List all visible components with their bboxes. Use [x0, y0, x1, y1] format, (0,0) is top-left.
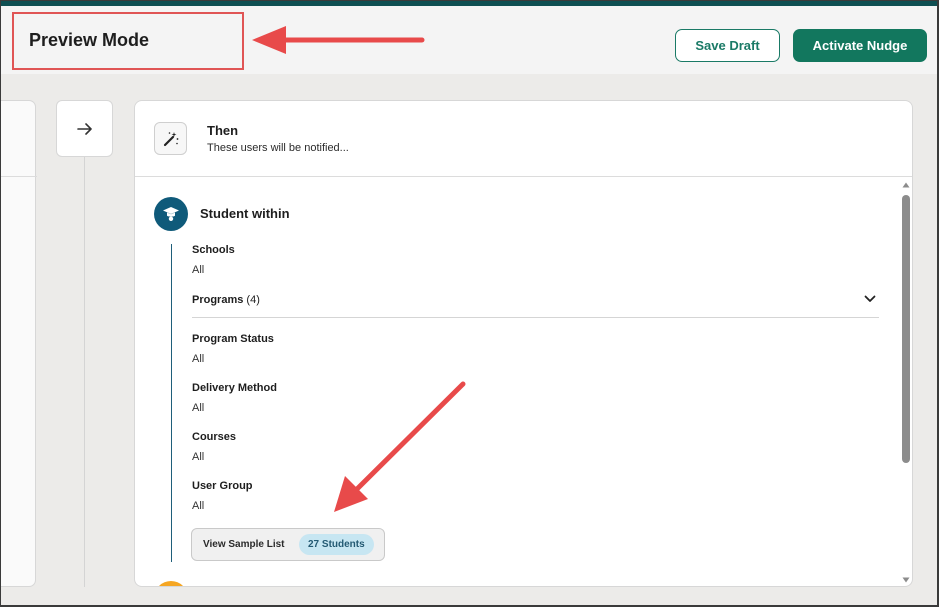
scrollbar-thumb[interactable] — [902, 195, 910, 463]
programs-divider — [192, 317, 879, 318]
delivery-method-value: All — [192, 402, 205, 414]
annotation-highlight-box — [12, 12, 244, 70]
then-subtitle: These users will be notified... — [207, 142, 349, 154]
student-avatar — [154, 197, 188, 231]
view-sample-list-button[interactable]: View Sample List 27 Students — [191, 528, 385, 561]
then-panel: Then These users will be notified... Stu… — [134, 100, 913, 587]
next-section-avatar — [154, 581, 188, 586]
student-within-title: Student within — [200, 206, 290, 221]
left-panel-card — [0, 100, 37, 587]
scroll-up-icon[interactable] — [902, 181, 910, 189]
programs-label: Programs — [192, 294, 244, 306]
left-panel-divider — [0, 176, 37, 177]
arrow-right-icon — [76, 122, 92, 135]
user-group-label: User Group — [192, 480, 253, 492]
graduate-icon — [163, 207, 179, 221]
delivery-method-label: Delivery Method — [192, 382, 277, 394]
program-status-value: All — [192, 353, 205, 365]
programs-toggle[interactable]: Programs (4) — [192, 294, 260, 306]
schools-label: Schools — [192, 244, 235, 256]
save-draft-button[interactable]: Save Draft — [675, 29, 780, 62]
scrollbar[interactable] — [900, 179, 912, 585]
then-panel-header: Then These users will be notified... — [135, 101, 912, 177]
courses-value: All — [192, 451, 205, 463]
user-group-value: All — [192, 500, 205, 512]
courses-label: Courses — [192, 431, 237, 443]
view-sample-list-label: View Sample List — [203, 539, 285, 550]
next-step-button[interactable] — [56, 100, 113, 157]
program-status-label: Program Status — [192, 333, 274, 345]
schools-value: All — [192, 264, 205, 276]
students-count-badge: 27 Students — [299, 534, 374, 555]
filter-group-line — [171, 244, 172, 562]
magic-wand-icon — [163, 131, 178, 146]
flow-connector-line — [84, 157, 85, 587]
wand-icon-box — [154, 122, 187, 155]
activate-nudge-button[interactable]: Activate Nudge — [793, 29, 927, 62]
chevron-down-icon[interactable] — [864, 295, 876, 303]
then-title: Then — [207, 123, 239, 138]
scroll-down-icon[interactable] — [902, 576, 910, 584]
programs-count: (4) — [246, 294, 260, 306]
